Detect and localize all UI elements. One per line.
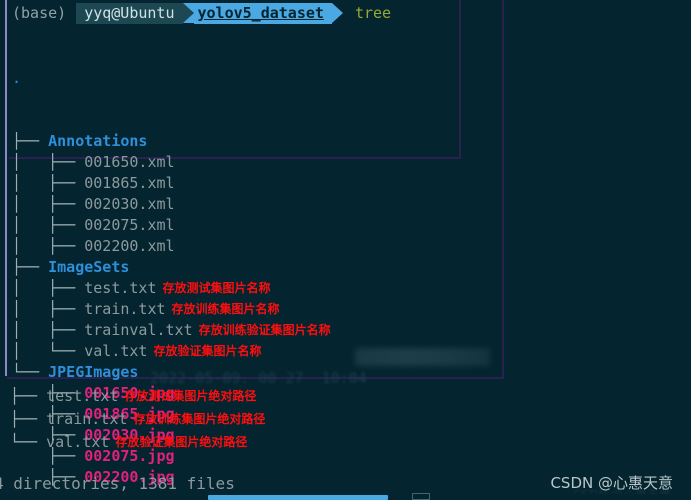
tree-branch-connector: ├── bbox=[10, 387, 47, 405]
conda-env-label: (base) bbox=[12, 4, 67, 22]
tree-file-name: 001650.xml bbox=[84, 153, 175, 171]
tree-row: └── JPEGImages bbox=[12, 362, 331, 383]
tree-branch-connector: │ ├── bbox=[12, 237, 85, 255]
tree-branch-connector: │ ├── bbox=[12, 279, 85, 297]
tree-row: │ ├── test.txt 存放测试集图片名称 bbox=[12, 278, 331, 299]
tree-root-row: . bbox=[12, 68, 331, 89]
annotation-label: 存放测试集图片绝对路径 bbox=[124, 389, 257, 403]
tree-branch-connector: │ └── bbox=[12, 342, 85, 360]
tree-file-name: 001865.xml bbox=[84, 174, 175, 192]
tree-row: │ ├── 002030.xml bbox=[12, 194, 331, 215]
tree-file-name: test.txt bbox=[46, 387, 119, 405]
tree-branch-connector: │ ├── bbox=[12, 153, 85, 171]
outer-screenshot-layer-edge bbox=[5, 0, 7, 376]
prompt-current-path: yolov5_dataset bbox=[193, 2, 332, 24]
tree-file-name: test.txt bbox=[84, 279, 157, 297]
tree-file-name: train.txt bbox=[84, 300, 166, 318]
tree-row: │ ├── train.txt 存放训练集图片名称 bbox=[12, 299, 331, 320]
annotation-label: 存放训练验证集图片名称 bbox=[198, 323, 331, 337]
annotation-label: 存放验证集图片绝对路径 bbox=[115, 435, 248, 449]
prompt-user-host: yyq@Ubuntu bbox=[76, 2, 183, 24]
tree-row: │ ├── trainval.txt 存放训练验证集图片名称 bbox=[12, 320, 331, 341]
tree-branch-connector: │ ├── bbox=[12, 300, 85, 318]
tree-directory-name: JPEGImages bbox=[48, 363, 139, 381]
annotation-label: 存放训练集图片名称 bbox=[171, 302, 280, 316]
tree-branch-connector: └── bbox=[10, 433, 47, 451]
prompt-separator-2-icon bbox=[331, 3, 343, 23]
tree-directory-name: ImageSets bbox=[48, 258, 130, 276]
tree-file-name: val.txt bbox=[46, 433, 110, 451]
tree-row: ├── test.txt 存放测试集图片绝对路径 bbox=[10, 385, 265, 408]
tree-file-name: 002200.xml bbox=[84, 237, 175, 255]
tree-row: ├── Annotations bbox=[12, 131, 331, 152]
tree-row: │ ├── 001865.xml bbox=[12, 173, 331, 194]
tree-branch-connector: │ ├── bbox=[12, 195, 85, 213]
tree-file-name: 002030.xml bbox=[84, 195, 175, 213]
annotation-label: 存放测试集图片名称 bbox=[162, 281, 271, 295]
tree-directory-name: Annotations bbox=[48, 132, 148, 150]
tree-row: └── val.txt 存放验证集图片绝对路径 bbox=[10, 431, 265, 454]
tree-row: │ ├── 001650.xml bbox=[12, 152, 331, 173]
tree-branch-connector: ├── bbox=[10, 410, 47, 428]
shell-prompt-line: (base) yyq@Ubuntu yolov5_dataset tree bbox=[12, 2, 391, 24]
tree-file-name: 002075.xml bbox=[84, 216, 175, 234]
tree-row: ├── ImageSets bbox=[12, 257, 331, 278]
tree-summary-line: 4 directories, 1381 files bbox=[0, 474, 235, 493]
prompt-separator-icon bbox=[182, 3, 194, 23]
annotation-label: 存放训练集图片绝对路径 bbox=[133, 412, 266, 426]
tree-branch-connector: ├── bbox=[12, 132, 49, 150]
taskbar-active-window-indicator[interactable] bbox=[208, 495, 388, 500]
tree-row: │ ├── 002200.xml bbox=[12, 236, 331, 257]
tree-file-name: train.txt bbox=[46, 410, 128, 428]
tree-row: ├── train.txt 存放训练集图片绝对路径 bbox=[10, 408, 265, 431]
tree-output-bottom: ├── test.txt 存放测试集图片绝对路径 ├── train.txt 存放训练… bbox=[10, 385, 265, 454]
tree-row: │ ├── 002075.xml bbox=[12, 215, 331, 236]
typed-command: tree bbox=[354, 4, 392, 22]
tree-root-label: . bbox=[12, 69, 22, 87]
tree-branch-connector: │ ├── bbox=[12, 174, 85, 192]
tree-branch-connector: │ ├── bbox=[12, 321, 85, 339]
tree-branch-connector: └── bbox=[12, 363, 49, 381]
taskbar-window-button[interactable] bbox=[412, 493, 430, 500]
tree-row: │ └── val.txt 存放验证集图片名称 bbox=[12, 341, 331, 362]
csdn-watermark: CSDN @心惠天意 bbox=[550, 474, 673, 492]
tree-file-name: val.txt bbox=[84, 342, 148, 360]
blurred-watermark-artifact bbox=[355, 348, 490, 366]
tree-branch-connector: │ ├── bbox=[12, 216, 85, 234]
tree-file-name: trainval.txt bbox=[84, 321, 193, 339]
annotation-label: 存放验证集图片名称 bbox=[153, 344, 262, 358]
tree-branch-connector: ├── bbox=[12, 258, 49, 276]
